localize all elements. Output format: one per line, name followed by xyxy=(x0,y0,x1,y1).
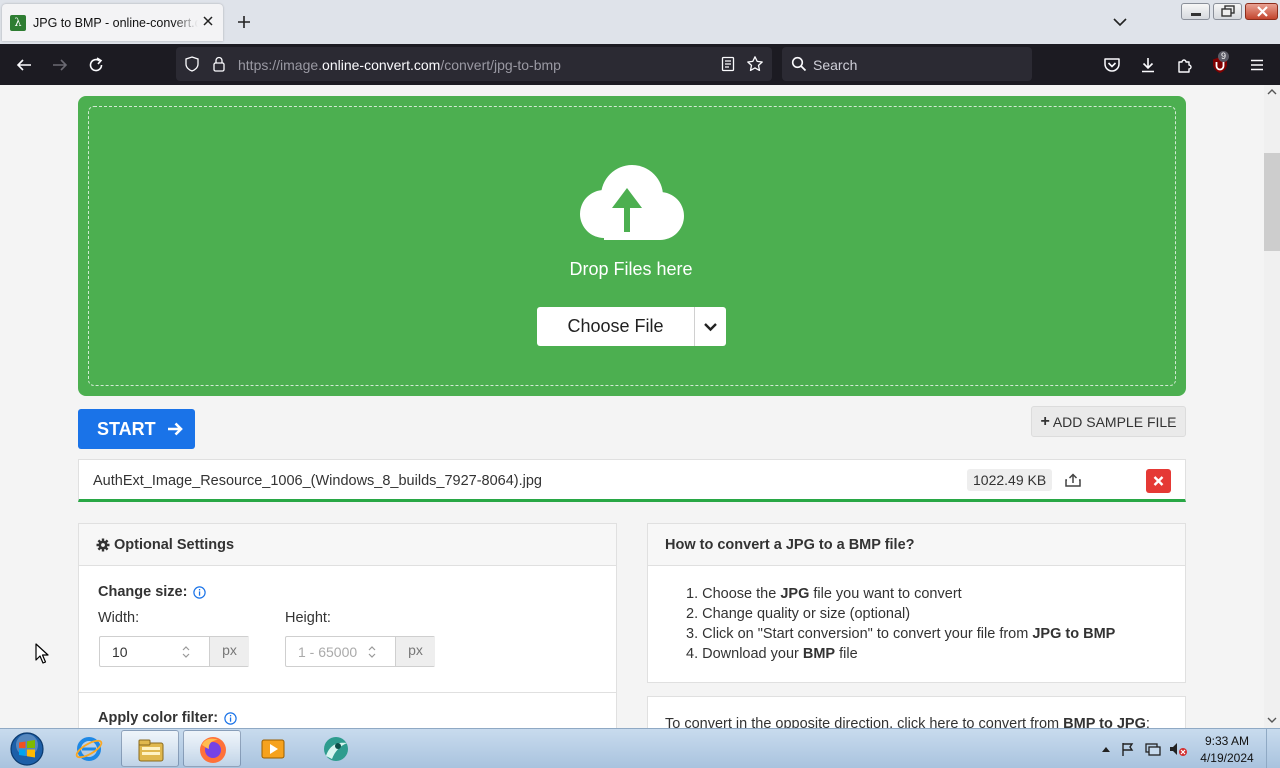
height-stepper-icon[interactable] xyxy=(366,644,378,660)
system-tray-icons[interactable] xyxy=(1100,741,1190,757)
explorer-icon xyxy=(138,739,164,762)
gear-icon xyxy=(96,538,110,551)
width-stepper-icon[interactable] xyxy=(180,644,192,660)
remove-file-button[interactable] xyxy=(1146,469,1171,493)
download-icon[interactable] xyxy=(1139,56,1157,74)
opposite-direction-link[interactable]: To convert in the opposite direction, cl… xyxy=(665,716,1150,728)
how-to-step: 3. Click on "Start conversion" to conver… xyxy=(686,626,1116,642)
reload-icon[interactable] xyxy=(87,56,105,74)
show-desktop-button[interactable] xyxy=(1266,729,1280,768)
shield-icon[interactable] xyxy=(184,56,200,72)
how-to-title: How to convert a JPG to a BMP file? xyxy=(648,524,1185,566)
height-unit: px xyxy=(395,637,435,666)
firefox-icon xyxy=(200,737,226,763)
search-icon xyxy=(791,56,807,72)
mouse-cursor-icon xyxy=(35,643,49,664)
height-label: Height: xyxy=(285,610,331,626)
chevron-down-icon[interactable] xyxy=(695,307,726,346)
drop-files-text: Drop Files here xyxy=(569,259,693,279)
new-tab-icon[interactable] xyxy=(236,14,252,30)
optional-settings-header: Optional Settings xyxy=(79,524,616,566)
clock-time[interactable]: 9:33 AM xyxy=(1196,734,1258,748)
browser-tab[interactable]: λ JPG to BMP - online-convert.com xyxy=(2,4,223,41)
tab-list-icon[interactable] xyxy=(1112,14,1128,30)
how-to-card: How to convert a JPG to a BMP file? 1. C… xyxy=(647,523,1186,683)
width-unit: px xyxy=(209,637,249,666)
choose-file-label[interactable]: Choose File xyxy=(537,307,695,346)
how-to-steps: 1. Choose the JPG file you want to conve… xyxy=(686,584,1115,664)
divider xyxy=(79,692,616,693)
taskbar-app[interactable] xyxy=(306,730,364,767)
width-label: Width: xyxy=(98,610,140,626)
bookmark-star-icon[interactable] xyxy=(746,55,764,73)
add-sample-file-button[interactable]: + ADD SAMPLE FILE xyxy=(1031,406,1186,437)
favicon-icon: λ xyxy=(10,14,26,31)
file-dropzone[interactable]: Drop Files here Choose File xyxy=(78,96,1186,396)
page-content: Drop Files here Choose File START + ADD … xyxy=(0,85,1264,728)
info-icon[interactable] xyxy=(193,585,207,599)
upload-icon[interactable] xyxy=(1064,472,1082,488)
choose-file-button[interactable]: Choose File xyxy=(537,307,726,346)
tab-title: JPG to BMP - online-convert.com xyxy=(33,15,198,30)
reader-view-icon[interactable] xyxy=(720,56,736,72)
cloud-upload-icon xyxy=(580,165,684,240)
info-icon[interactable] xyxy=(224,711,237,725)
file-size-badge: 1022.49 KB xyxy=(967,469,1053,491)
ie-icon xyxy=(75,737,103,761)
window-close-button[interactable] xyxy=(1245,3,1278,20)
height-field: px xyxy=(285,636,435,667)
title-bar: λ JPG to BMP - online-convert.com xyxy=(0,0,1280,44)
add-sample-file-label: ADD SAMPLE FILE xyxy=(1052,413,1177,430)
close-icon xyxy=(1153,476,1164,486)
extension-badge: 9 xyxy=(1218,51,1230,62)
opposite-direction-card: To convert in the opposite direction, cl… xyxy=(647,696,1186,728)
how-to-step: 4. Download your BMP file xyxy=(686,646,858,662)
taskbar-file-explorer[interactable] xyxy=(121,730,179,767)
scroll-down-icon[interactable] xyxy=(1267,716,1277,724)
extensions-icon[interactable] xyxy=(1176,56,1194,74)
change-size-text: Change size: xyxy=(98,584,188,600)
change-size-label: Change size: xyxy=(98,584,207,600)
window-minimize-button[interactable] xyxy=(1181,3,1210,20)
lock-icon[interactable] xyxy=(212,56,226,72)
width-field: px xyxy=(99,636,249,667)
url-text[interactable]: https://image.online-convert.com/convert… xyxy=(238,57,561,73)
navigation-bar: https://image.online-convert.com/convert… xyxy=(0,44,1280,85)
menu-icon[interactable] xyxy=(1248,56,1266,74)
url-bar[interactable]: https://image.online-convert.com/convert… xyxy=(176,47,772,81)
file-list-item: AuthExt_Image_Resource_1006_(Windows_8_b… xyxy=(78,459,1186,502)
back-icon[interactable] xyxy=(15,56,33,74)
search-bar[interactable]: Search xyxy=(782,47,1032,81)
taskbar-media-player[interactable] xyxy=(244,730,302,767)
file-name: AuthExt_Image_Resource_1006_(Windows_8_b… xyxy=(93,473,542,489)
color-filter-label: Apply color filter: xyxy=(98,710,237,726)
close-tab-icon[interactable] xyxy=(201,14,215,28)
optional-settings-title: Optional Settings xyxy=(114,536,235,553)
how-to-step: 1. Choose the JPG file you want to conve… xyxy=(686,586,962,602)
scroll-up-icon[interactable] xyxy=(1267,88,1277,96)
forward-icon[interactable] xyxy=(51,56,69,74)
start-button[interactable]: START xyxy=(78,409,195,449)
taskbar-internet-explorer[interactable] xyxy=(60,730,118,767)
start-label: START xyxy=(97,418,156,439)
how-to-step: 2. Change quality or size (optional) xyxy=(686,606,911,622)
windows-start-icon[interactable] xyxy=(8,731,46,767)
arrow-right-icon xyxy=(167,422,183,436)
color-filter-text: Apply color filter: xyxy=(98,710,219,726)
app-icon xyxy=(324,737,348,761)
pocket-icon[interactable] xyxy=(1103,56,1121,74)
media-player-icon xyxy=(261,739,285,759)
search-placeholder: Search xyxy=(813,57,858,73)
optional-settings-card: Optional Settings Change size: Width: He… xyxy=(78,523,617,728)
window-restore-button[interactable] xyxy=(1213,3,1242,20)
plus-icon: + xyxy=(1040,412,1050,430)
taskbar-firefox[interactable] xyxy=(183,730,241,767)
scrollbar-thumb[interactable] xyxy=(1264,153,1280,251)
clock-date[interactable]: 4/19/2024 xyxy=(1196,751,1258,765)
taskbar: 9:33 AM 4/19/2024 xyxy=(0,728,1280,768)
